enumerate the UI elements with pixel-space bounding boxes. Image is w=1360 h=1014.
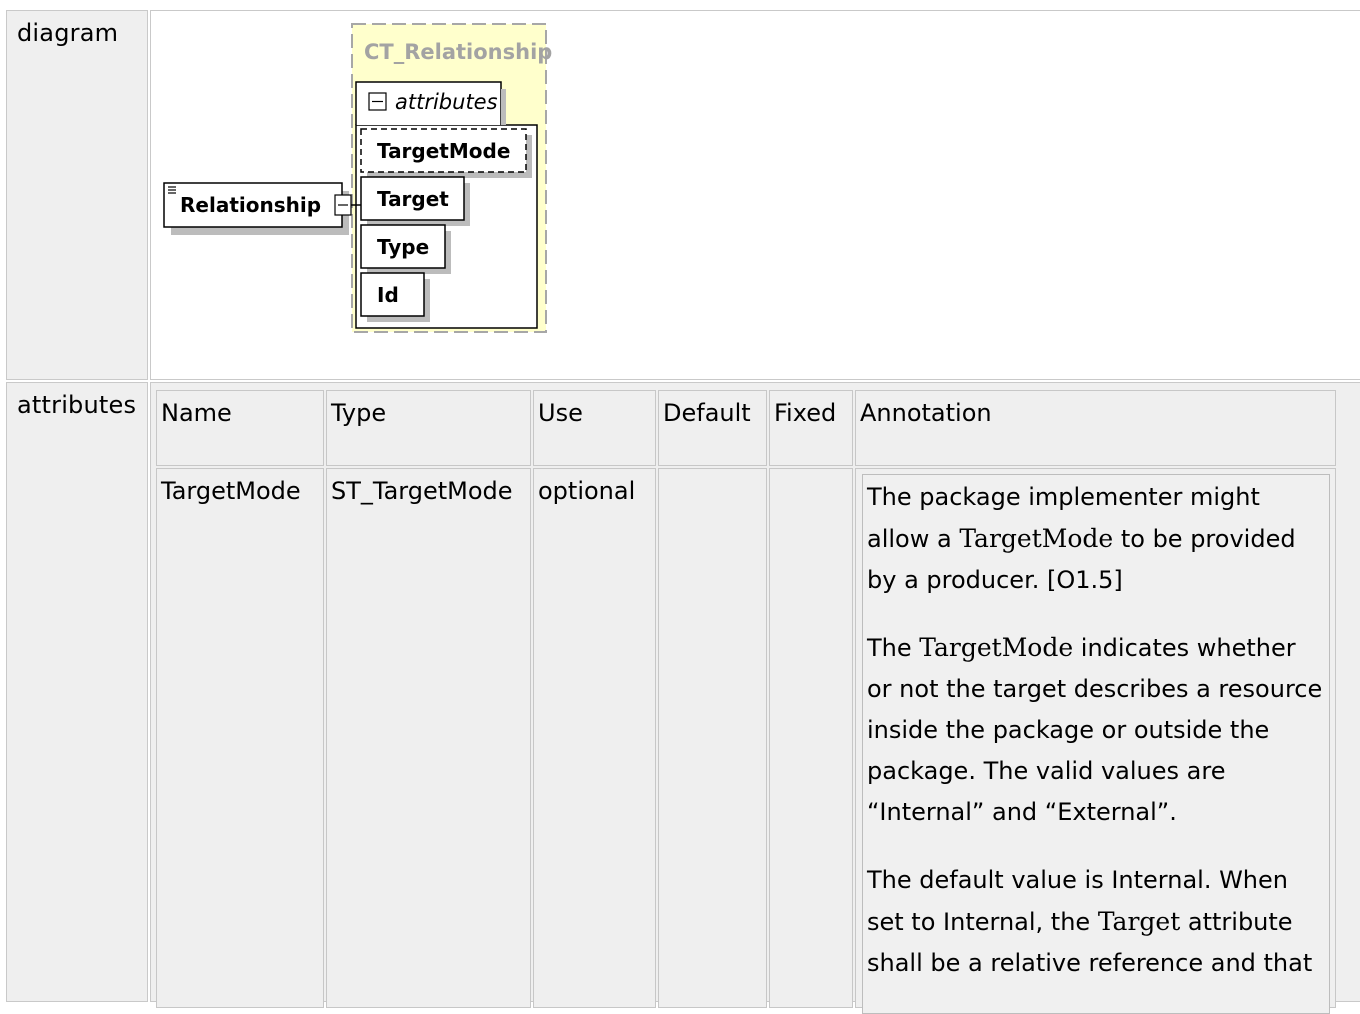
attributes-row-label: attributes <box>6 382 148 1002</box>
annotation-paragraph-1: The package implementer might allow a Ta… <box>867 477 1327 601</box>
cell-name: TargetMode <box>156 468 324 1008</box>
complex-type-name: CT_Relationship <box>364 40 552 64</box>
attribute-name: Id <box>377 283 399 307</box>
annotation-code: Target <box>1097 907 1181 936</box>
attribute-id[interactable]: Id <box>360 272 430 322</box>
header-use: Use <box>533 390 656 466</box>
annotation-code: TargetMode <box>919 633 1074 662</box>
annotation-paragraph-2: The TargetMode indicates whether or not … <box>867 627 1327 833</box>
cell-type: ST_TargetMode <box>326 468 531 1008</box>
schema-diagram: CT_Relationship attributes Relationship <box>163 23 552 333</box>
attributes-label-text: attributes <box>17 391 137 419</box>
cell-default <box>658 468 767 1008</box>
attribute-type[interactable]: Type <box>360 224 451 274</box>
header-type: Type <box>326 390 531 466</box>
element-collapse-icon[interactable] <box>334 194 352 216</box>
attribute-name: Target <box>377 187 449 211</box>
diagram-cell: CT_Relationship attributes Relationship <box>150 10 1360 380</box>
annotation-code: TargetMode <box>959 524 1114 553</box>
element-name: Relationship <box>180 193 321 217</box>
diagram-row-label: diagram <box>6 10 148 380</box>
header-default: Default <box>658 390 767 466</box>
cell-fixed <box>769 468 853 1008</box>
collapse-icon[interactable] <box>368 92 387 111</box>
attribute-name: Type <box>377 235 429 259</box>
attribute-targetmode[interactable]: TargetMode <box>360 128 532 178</box>
attribute-target[interactable]: Target <box>360 176 470 226</box>
attribute-group-label: attributes <box>395 90 498 114</box>
header-annotation: Annotation <box>855 390 1336 466</box>
annotation-text: The <box>867 634 920 662</box>
attribute-name: TargetMode <box>377 139 510 163</box>
header-name: Name <box>156 390 324 466</box>
annotation-text: indicates whether or not the target desc… <box>867 634 1323 826</box>
element-relationship[interactable]: Relationship <box>163 182 349 235</box>
cell-use: optional <box>533 468 656 1008</box>
header-fixed: Fixed <box>769 390 853 466</box>
diagram-label-text: diagram <box>17 19 119 47</box>
annotation-paragraph-3: The default value is Internal. When set … <box>867 860 1327 984</box>
